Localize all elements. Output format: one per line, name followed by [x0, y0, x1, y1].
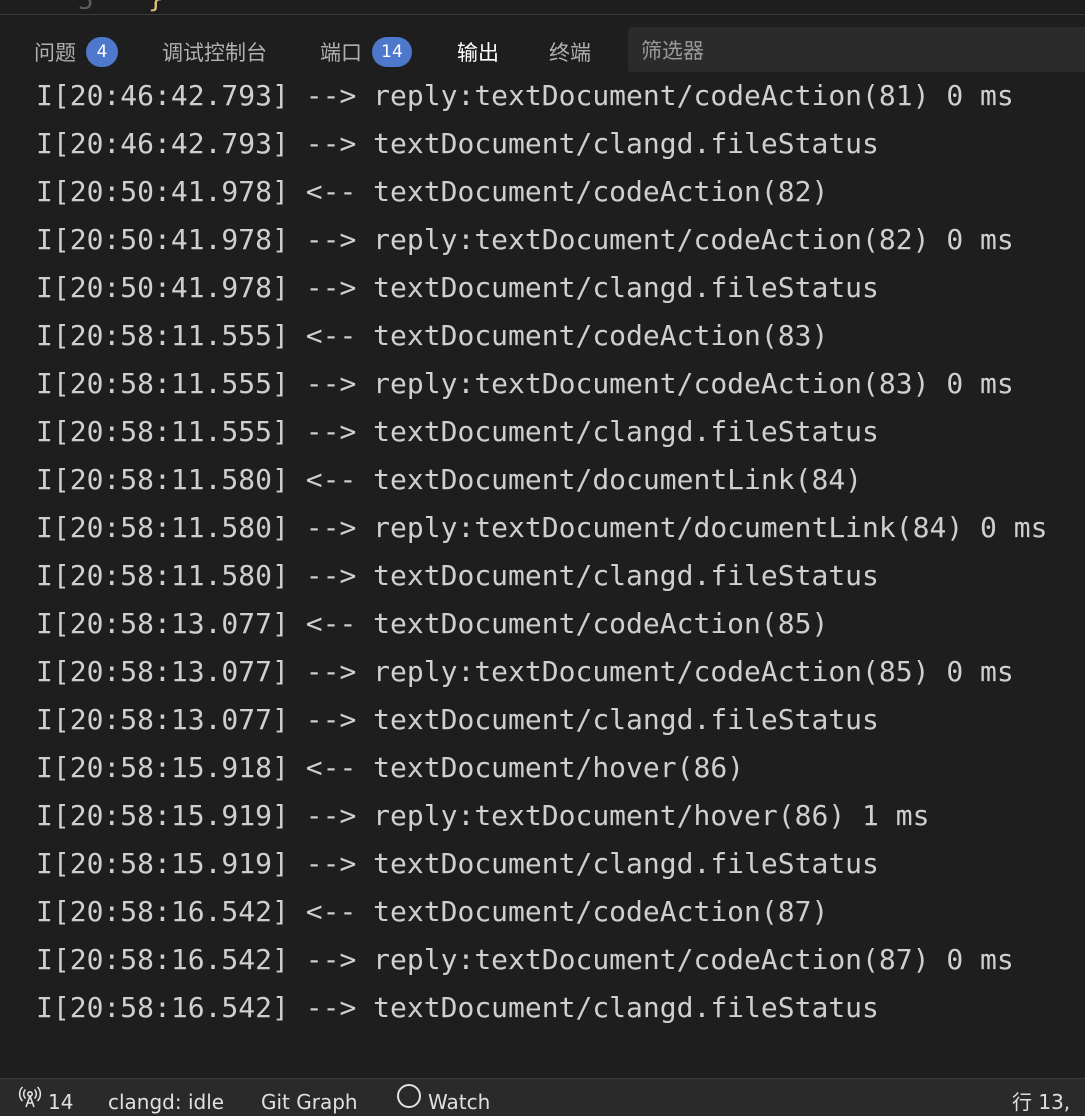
circle-icon [396, 1079, 428, 1116]
log-line: I[20:58:11.555] --> reply:textDocument/c… [36, 367, 1014, 400]
log-line: I[20:58:11.580] --> textDocument/clangd.… [36, 559, 879, 592]
log-line: I[20:58:15.918] <-- textDocument/hover(8… [36, 751, 745, 784]
tab-ports-label: 端口 [320, 41, 362, 65]
tab-terminal-label: 终端 [549, 41, 591, 65]
log-line: I[20:58:16.542] --> reply:textDocument/c… [36, 943, 1014, 976]
watch-button[interactable]: Watch [396, 1079, 490, 1116]
log-line: I[20:58:11.555] --> textDocument/clangd.… [36, 415, 879, 448]
clangd-status-label: clangd: idle [108, 1090, 225, 1114]
broadcast-icon [18, 1079, 48, 1116]
log-line: I[20:50:41.978] --> reply:textDocument/c… [36, 223, 1014, 256]
tab-ports[interactable]: 端口 14 [320, 35, 412, 69]
problems-count-badge: 4 [86, 37, 118, 67]
editor-remnant: 5 } [0, 0, 1085, 15]
filter-placeholder: 筛选器 [641, 39, 704, 63]
ports-count-badge: 14 [372, 37, 412, 67]
output-log[interactable]: I[20:46:42.793] --> reply:textDocument/c… [0, 72, 1085, 1078]
cursor-position-label: 行 13, [1012, 1090, 1071, 1114]
tab-debug-console[interactable]: 调试控制台 [162, 35, 267, 69]
log-line: I[20:58:13.077] --> reply:textDocument/c… [36, 655, 1014, 688]
log-line: I[20:58:11.555] <-- textDocument/codeAct… [36, 319, 829, 352]
tab-debug-console-label: 调试控制台 [162, 41, 267, 65]
log-line: I[20:50:41.978] <-- textDocument/codeAct… [36, 175, 829, 208]
ports-status[interactable]: 14 [18, 1079, 73, 1116]
code-brace: } [148, 0, 164, 14]
tab-terminal[interactable]: 终端 [549, 35, 591, 69]
line-number: 5 [78, 0, 94, 15]
log-line: I[20:58:16.542] <-- textDocument/codeAct… [36, 895, 829, 928]
clangd-status[interactable]: clangd: idle [108, 1079, 224, 1116]
log-line: I[20:58:16.542] --> textDocument/clangd.… [36, 991, 879, 1024]
tab-output-label: 输出 [457, 41, 499, 65]
git-graph-button[interactable]: Git Graph [261, 1079, 358, 1116]
log-line: I[20:58:11.580] --> reply:textDocument/d… [36, 511, 1048, 544]
log-line: I[20:58:11.580] <-- textDocument/documen… [36, 463, 863, 496]
log-line: I[20:58:15.919] --> reply:textDocument/h… [36, 799, 930, 832]
log-line: I[20:58:13.077] <-- textDocument/codeAct… [36, 607, 829, 640]
log-line: I[20:46:42.793] --> textDocument/clangd.… [36, 127, 879, 160]
tab-problems[interactable]: 问题 4 [34, 35, 118, 69]
tab-problems-label: 问题 [34, 41, 76, 65]
git-graph-label: Git Graph [261, 1090, 358, 1114]
filter-input[interactable]: 筛选器 [628, 27, 1085, 73]
tab-output[interactable]: 输出 [457, 35, 499, 75]
status-bar: 14 clangd: idle Git Graph Watch 行 13, [0, 1078, 1085, 1116]
log-line: I[20:50:41.978] --> textDocument/clangd.… [36, 271, 879, 304]
ports-count: 14 [48, 1090, 74, 1114]
watch-label: Watch [428, 1090, 491, 1114]
log-line: I[20:46:42.793] --> reply:textDocument/c… [36, 79, 1014, 112]
log-line: I[20:58:13.077] --> textDocument/clangd.… [36, 703, 879, 736]
cursor-position[interactable]: 行 13, [1012, 1079, 1070, 1116]
log-line: I[20:58:15.919] --> textDocument/clangd.… [36, 847, 879, 880]
